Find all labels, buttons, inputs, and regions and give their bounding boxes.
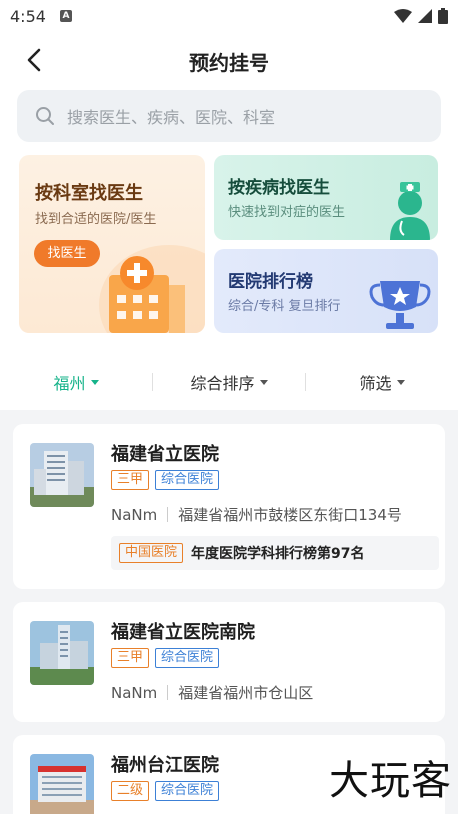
level-tag: 三甲 <box>111 470 150 490</box>
search-icon <box>36 107 54 125</box>
ranking-bar: 中国医院 年度医院学科排行榜第97名 <box>111 536 439 570</box>
status-bar: 4:54 A <box>0 0 458 32</box>
ranking-tag: 中国医院 <box>119 543 184 563</box>
hospital-address-row: NaNm 福建省福州市鼓楼区东街口134号 <box>111 504 402 525</box>
hospital-building-icon <box>99 245 205 333</box>
signal-icon <box>418 9 432 23</box>
caret-down-icon <box>259 380 268 385</box>
level-tag: 三甲 <box>111 648 150 668</box>
page-title: 预约挂号 <box>189 51 269 75</box>
address: 福建省福州市仓山区 <box>178 684 314 702</box>
distance: NaNm <box>111 505 158 524</box>
screen-filter[interactable]: 筛选 <box>306 370 458 394</box>
screen-filter-label: 筛选 <box>359 374 392 393</box>
hospital-photo <box>30 754 94 814</box>
ranking-text: 年度医院学科排行榜第97名 <box>191 546 365 562</box>
trophy-icon <box>369 281 431 329</box>
hospital-name: 福建省立医院南院 <box>111 622 255 643</box>
app-header: 预约挂号 <box>0 32 458 90</box>
city-filter[interactable]: 福州 <box>0 370 152 394</box>
type-tag: 综合医院 <box>155 781 220 801</box>
filter-bar: 福州 综合排序 筛选 <box>0 358 458 406</box>
type-tag: 综合医院 <box>155 470 220 490</box>
sort-filter-label: 综合排序 <box>190 374 255 393</box>
hospital-ranking-card[interactable]: 医院排行榜 综合/专科 复旦排行 <box>214 249 438 333</box>
hospital-name: 福建省立医院 <box>111 444 219 465</box>
watermark: 大玩客 <box>329 758 452 804</box>
hospital-tags: 三甲 综合医院 <box>111 648 220 668</box>
address: 福建省福州市鼓楼区东街口134号 <box>178 506 402 524</box>
battery-icon <box>438 8 448 24</box>
caret-down-icon <box>90 380 99 385</box>
hospital-tags: 三甲 综合医院 <box>111 470 220 490</box>
hospital-photo <box>30 443 94 507</box>
sort-filter[interactable]: 综合排序 <box>153 370 305 394</box>
search-placeholder: 搜索医生、疾病、医院、科室 <box>67 108 276 127</box>
find-by-department-card[interactable]: 按科室找医生 找到合适的医院/医生 找医生 <box>19 155 205 333</box>
hospital-photo <box>30 621 94 685</box>
hospital-card[interactable]: 福建省立医院 三甲 综合医院 NaNm 福建省福州市鼓楼区东街口134号 中国医… <box>13 424 445 589</box>
top-section: 搜索医生、疾病、医院、科室 按科室找医生 找到合适的医院/医生 找医生 按疾病找… <box>0 90 458 410</box>
hospital-tags: 二级 综合医院 <box>111 781 220 801</box>
hospital-address-row: NaNm 福建省福州市仓山区 <box>111 682 313 703</box>
distance: NaNm <box>111 683 158 702</box>
type-tag: 综合医院 <box>155 648 220 668</box>
hospital-name: 福州台江医院 <box>111 755 219 776</box>
city-filter-label: 福州 <box>53 374 86 393</box>
status-icons <box>394 8 448 24</box>
search-bar[interactable]: 搜索医生、疾病、医院、科室 <box>17 90 441 142</box>
level-tag: 二级 <box>111 781 150 801</box>
find-by-disease-card[interactable]: 按疾病找医生 快速找到对症的医生 <box>214 155 438 240</box>
divider <box>167 685 169 700</box>
status-time: 4:54 <box>10 6 46 26</box>
notification-badge-icon: A <box>59 10 72 22</box>
hospital-card[interactable]: 福建省立医院南院 三甲 综合医院 NaNm 福建省福州市仓山区 <box>13 602 445 722</box>
divider <box>167 507 169 522</box>
doctor-icon <box>390 182 430 240</box>
wifi-icon <box>394 9 412 23</box>
caret-down-icon <box>396 380 405 385</box>
